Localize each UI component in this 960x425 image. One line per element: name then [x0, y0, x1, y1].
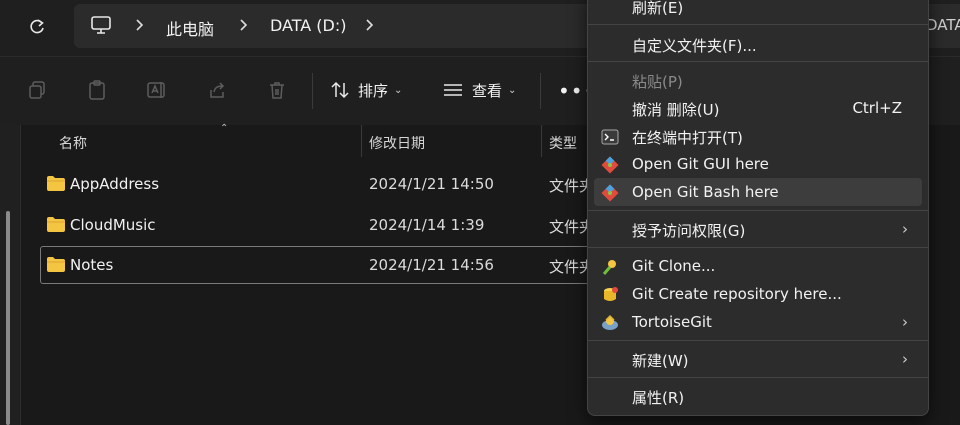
share-icon[interactable] [204, 77, 230, 103]
menu-separator [588, 247, 928, 248]
refresh-icon[interactable] [24, 14, 50, 40]
sort-label: 排序 [358, 81, 389, 100]
menu-item-tortoisegit[interactable]: TortoiseGit › [594, 308, 922, 336]
menu-item-paste[interactable]: 粘贴(P) [594, 66, 922, 94]
menu-separator [588, 61, 928, 62]
file-row[interactable]: AppAddress 2024/1/21 14:50 文件夹 [40, 165, 600, 203]
menu-separator [588, 340, 928, 341]
menu-item-refresh[interactable]: 刷新(E) [594, 0, 922, 20]
menu-item-git-gui[interactable]: Open Git GUI here [594, 150, 922, 178]
shortcut-text: Ctrl+Z [852, 99, 902, 117]
copy-icon[interactable] [24, 77, 50, 103]
view-label: 查看 [472, 81, 503, 100]
terminal-icon [600, 127, 620, 147]
menu-item-customize-folder[interactable]: 自定义文件夹(F)... [594, 30, 922, 58]
chevron-right-icon [132, 15, 146, 39]
folder-icon [46, 256, 66, 277]
git-gui-icon [600, 155, 620, 175]
file-row-selected[interactable]: Notes 2024/1/21 14:56 文件夹 [40, 246, 600, 284]
sort-ascending-icon: ⌃ [220, 123, 229, 134]
breadcrumb-this-pc[interactable]: 此电脑 [166, 16, 214, 40]
git-create-repo-icon [600, 285, 620, 305]
address-overflow-text: DATA [926, 16, 960, 34]
paste-icon[interactable] [84, 77, 110, 103]
chevron-right-icon [236, 15, 250, 39]
toolbar-divider [312, 73, 313, 109]
column-divider[interactable] [541, 125, 542, 157]
menu-separator [588, 210, 928, 211]
chevron-down-icon: ⌄ [508, 84, 517, 96]
column-divider[interactable] [361, 125, 362, 157]
chevron-right-icon: › [902, 350, 908, 368]
file-modified: 2024/1/14 1:39 [369, 216, 485, 234]
menu-item-properties[interactable]: 属性(R) [594, 382, 922, 410]
breadcrumb-data-drive[interactable]: DATA (D:) [270, 16, 347, 35]
tortoisegit-icon [600, 313, 620, 333]
git-clone-icon [600, 257, 620, 277]
menu-item-git-bash[interactable]: Open Git Bash here [594, 178, 922, 206]
chevron-down-icon: ⌄ [394, 84, 403, 96]
scrollbar-thumb[interactable] [6, 211, 10, 425]
context-menu: 刷新(E) 自定义文件夹(F)... 粘贴(P) 撤消 删除(U) Ctrl+Z… [587, 0, 929, 416]
menu-separator [588, 24, 928, 25]
file-modified: 2024/1/21 14:56 [369, 256, 494, 274]
menu-item-git-clone[interactable]: Git Clone... [594, 252, 922, 280]
chevron-right-icon: › [902, 313, 908, 331]
column-header-modified[interactable]: 修改日期 [369, 133, 425, 153]
folder-icon [46, 175, 66, 196]
file-name: CloudMusic [70, 216, 156, 234]
column-header-type[interactable]: 类型 [549, 133, 577, 153]
this-pc-icon [90, 15, 112, 39]
file-row[interactable]: CloudMusic 2024/1/14 1:39 文件夹 [40, 206, 600, 244]
file-modified: 2024/1/21 14:50 [369, 175, 494, 193]
file-name: AppAddress [70, 175, 160, 193]
column-header-name[interactable]: 名称 [59, 133, 87, 153]
file-name: Notes [70, 256, 114, 274]
menu-item-undo-delete[interactable]: 撤消 删除(U) Ctrl+Z [594, 94, 922, 122]
rename-icon[interactable] [144, 77, 170, 103]
menu-item-git-create-repo[interactable]: Git Create repository here... [594, 280, 922, 308]
sort-button[interactable]: 排序 ⌄ [330, 75, 402, 105]
git-bash-icon [600, 183, 620, 203]
toolbar-divider [540, 73, 541, 109]
view-icon [444, 84, 462, 96]
menu-item-grant-access[interactable]: 授予访问权限(G) › [594, 215, 922, 243]
chevron-right-icon[interactable] [362, 15, 376, 39]
menu-separator [588, 377, 928, 378]
view-button[interactable]: 查看 ⌄ [442, 75, 516, 105]
menu-item-open-terminal[interactable]: 在终端中打开(T) [594, 122, 922, 150]
sort-icon [331, 81, 349, 99]
folder-icon [46, 216, 66, 237]
menu-item-new[interactable]: 新建(W) › [594, 345, 922, 373]
delete-icon[interactable] [264, 77, 290, 103]
navigation-pane [0, 125, 21, 425]
chevron-right-icon: › [902, 220, 908, 238]
